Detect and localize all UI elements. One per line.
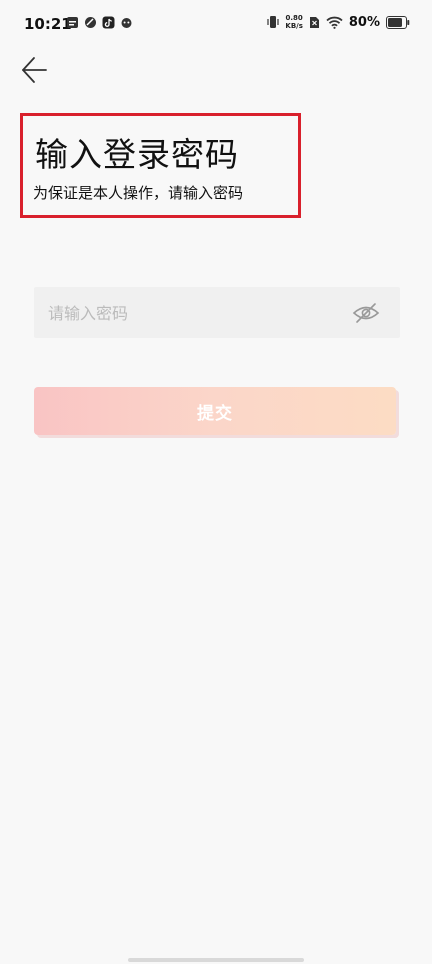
- network-speed-unit: KB/s: [285, 22, 303, 30]
- home-indicator[interactable]: [128, 958, 304, 962]
- calendar-app-icon: [67, 17, 78, 28]
- title-highlight-box: 输入登录密码 为保证是本人操作，请输入密码: [20, 113, 301, 218]
- page-subtitle: 为保证是本人操作，请输入密码: [33, 184, 244, 202]
- network-speed-value: 0.80: [285, 14, 303, 22]
- mascot-app-icon: [121, 18, 132, 28]
- notification-icons: [66, 16, 133, 29]
- password-field: [34, 287, 400, 340]
- battery-icon: [386, 15, 410, 29]
- battery-percent: 80%: [348, 14, 380, 30]
- wifi-icon: [326, 16, 343, 29]
- arrow-left-icon: [22, 57, 47, 83]
- status-time: 10:21: [24, 15, 72, 33]
- password-input[interactable]: [46, 287, 350, 340]
- page-title: 输入登录密码: [35, 135, 239, 174]
- vibrate-icon: [267, 16, 279, 28]
- eye-slash-icon[interactable]: [352, 301, 380, 325]
- status-bar: 10:21 0.80 KB/s 80%: [0, 0, 432, 50]
- back-button[interactable]: [18, 54, 52, 86]
- no-sim-icon: [309, 16, 319, 28]
- submit-button-label: 提交: [197, 403, 233, 424]
- network-speed: 0.80 KB/s: [285, 14, 302, 30]
- tiktok-icon: [102, 16, 115, 29]
- submit-button[interactable]: 提交: [34, 387, 396, 435]
- status-right: 0.80 KB/s 80%: [267, 14, 410, 30]
- feather-app-icon: [85, 17, 96, 28]
